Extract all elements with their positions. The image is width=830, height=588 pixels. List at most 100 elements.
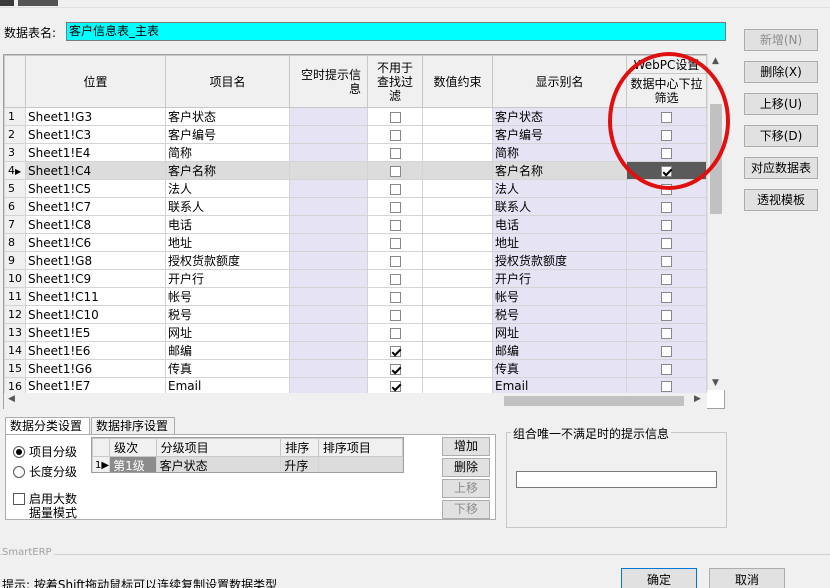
display-alias-cell[interactable]: 帐号: [492, 287, 627, 306]
no-filter-cell[interactable]: [367, 287, 423, 306]
no-filter-checkbox[interactable]: [389, 255, 401, 267]
item-name-cell[interactable]: 帐号: [165, 287, 290, 306]
scroll-thumb-horizontal[interactable]: [504, 396, 684, 406]
display-alias-cell[interactable]: 地址: [492, 233, 627, 252]
display-alias-cell[interactable]: 网址: [492, 323, 627, 342]
webpc-filter-cell[interactable]: [626, 251, 707, 270]
header-item-name[interactable]: 项目名: [165, 55, 290, 108]
display-alias-cell[interactable]: 法人: [492, 179, 627, 198]
webpc-filter-cell[interactable]: [626, 341, 707, 360]
no-filter-cell[interactable]: [367, 179, 423, 198]
no-filter-cell[interactable]: [367, 323, 423, 342]
webpc-filter-cell[interactable]: [626, 143, 707, 162]
grid-vertical-scrollbar[interactable]: ▲ ▼: [707, 54, 725, 390]
webpc-filter-cell[interactable]: [626, 107, 707, 126]
no-filter-checkbox[interactable]: [389, 183, 401, 195]
webpc-filter-checkbox[interactable]: [661, 327, 672, 339]
position-cell[interactable]: Sheet1!C9: [25, 269, 166, 288]
table-row[interactable]: 9 Sheet1!G8 授权货款额度 授权货款额度: [4, 251, 707, 270]
table-row[interactable]: 3 Sheet1!E4 简称 简称: [4, 143, 707, 162]
display-alias-cell[interactable]: 电话: [492, 215, 627, 234]
display-alias-cell[interactable]: 税号: [492, 305, 627, 324]
position-cell[interactable]: Sheet1!E4: [25, 143, 166, 162]
no-filter-cell[interactable]: [367, 269, 423, 288]
header-no-filter[interactable]: 不用于查找过滤: [367, 55, 423, 108]
table-row[interactable]: 14 Sheet1!E6 邮编 邮编: [4, 341, 707, 360]
table-row[interactable]: 1 Sheet1!G3 客户状态 客户状态: [4, 107, 707, 126]
empty-hint-cell[interactable]: [289, 323, 368, 342]
display-alias-cell[interactable]: 客户状态: [492, 107, 627, 126]
sort-cell[interactable]: 升序: [280, 456, 319, 472]
move-up-button[interactable]: 上移(U): [744, 93, 818, 115]
webpc-filter-checkbox[interactable]: [661, 309, 672, 321]
webpc-filter-cell[interactable]: [626, 179, 707, 198]
item-name-cell[interactable]: 客户名称: [165, 161, 290, 180]
scroll-thumb[interactable]: [710, 104, 722, 214]
table-row[interactable]: 11 Sheet1!C11 帐号 帐号: [4, 287, 707, 306]
map-table-button[interactable]: 对应数据表: [744, 157, 818, 179]
webpc-filter-cell[interactable]: [626, 161, 707, 180]
webpc-filter-checkbox[interactable]: [661, 183, 672, 195]
move-down-button[interactable]: 下移(D): [744, 125, 818, 147]
header-empty-hint[interactable]: 空时提示信息: [289, 55, 368, 108]
table-row[interactable]: 2 Sheet1!C3 客户编号 客户编号: [4, 125, 707, 144]
no-filter-cell[interactable]: [367, 197, 423, 216]
display-alias-cell[interactable]: 简称: [492, 143, 627, 162]
no-filter-cell[interactable]: [367, 233, 423, 252]
unique-hint-input[interactable]: [516, 471, 717, 488]
value-constraint-cell[interactable]: [422, 179, 493, 198]
empty-hint-cell[interactable]: [289, 341, 368, 360]
no-filter-cell[interactable]: [367, 215, 423, 234]
table-row[interactable]: 8 Sheet1!C6 地址 地址: [4, 233, 707, 252]
position-cell[interactable]: Sheet1!C6: [25, 233, 166, 252]
position-cell[interactable]: Sheet1!C3: [25, 125, 166, 144]
no-filter-checkbox[interactable]: [389, 381, 401, 393]
empty-hint-cell[interactable]: [289, 125, 368, 144]
value-constraint-cell[interactable]: [422, 251, 493, 270]
empty-hint-cell[interactable]: [289, 197, 368, 216]
no-filter-cell[interactable]: [367, 161, 423, 180]
value-constraint-cell[interactable]: [422, 143, 493, 162]
level-down-button[interactable]: 下移: [442, 500, 490, 519]
no-filter-checkbox[interactable]: [389, 165, 401, 177]
sort-item-cell[interactable]: [317, 456, 403, 472]
grid-horizontal-scrollbar[interactable]: ◀ ▶: [4, 393, 707, 409]
radio-selected-icon[interactable]: [13, 445, 25, 458]
position-cell[interactable]: Sheet1!G3: [25, 107, 166, 126]
no-filter-cell[interactable]: [367, 125, 423, 144]
table-row[interactable]: 12 Sheet1!C10 税号 税号: [4, 305, 707, 324]
header-level-item[interactable]: 分级项目: [155, 438, 282, 457]
no-filter-checkbox[interactable]: [389, 111, 401, 123]
item-name-cell[interactable]: 简称: [165, 143, 290, 162]
level-delete-button[interactable]: 删除: [442, 458, 490, 477]
level-add-button[interactable]: 增加: [442, 437, 490, 456]
table-name-input[interactable]: 客户信息表_主表: [66, 22, 726, 41]
webpc-filter-cell[interactable]: [626, 269, 707, 288]
value-constraint-cell[interactable]: [422, 359, 493, 378]
no-filter-checkbox[interactable]: [389, 327, 401, 339]
item-name-cell[interactable]: 电话: [165, 215, 290, 234]
empty-hint-cell[interactable]: [289, 233, 368, 252]
item-name-cell[interactable]: 开户行: [165, 269, 290, 288]
no-filter-cell[interactable]: [367, 305, 423, 324]
display-alias-cell[interactable]: 客户编号: [492, 125, 627, 144]
table-row[interactable]: 5 Sheet1!C5 法人 法人: [4, 179, 707, 198]
pivot-template-button[interactable]: 透视模板: [744, 189, 818, 211]
table-row[interactable]: 10 Sheet1!C9 开户行 开户行: [4, 269, 707, 288]
no-filter-cell[interactable]: [367, 251, 423, 270]
empty-hint-cell[interactable]: [289, 161, 368, 180]
radio-length-level[interactable]: 长度分级: [13, 463, 77, 480]
no-filter-checkbox[interactable]: [389, 273, 401, 285]
webpc-filter-checkbox[interactable]: [661, 381, 672, 393]
position-cell[interactable]: Sheet1!C10: [25, 305, 166, 324]
display-alias-cell[interactable]: 联系人: [492, 197, 627, 216]
value-constraint-cell[interactable]: [422, 269, 493, 288]
position-cell[interactable]: Sheet1!G8: [25, 251, 166, 270]
position-cell[interactable]: Sheet1!C11: [25, 287, 166, 306]
empty-hint-cell[interactable]: [289, 269, 368, 288]
value-constraint-cell[interactable]: [422, 161, 493, 180]
position-cell[interactable]: Sheet1!G6: [25, 359, 166, 378]
display-alias-cell[interactable]: 开户行: [492, 269, 627, 288]
value-constraint-cell[interactable]: [422, 233, 493, 252]
checkbox-icon[interactable]: [13, 493, 25, 505]
